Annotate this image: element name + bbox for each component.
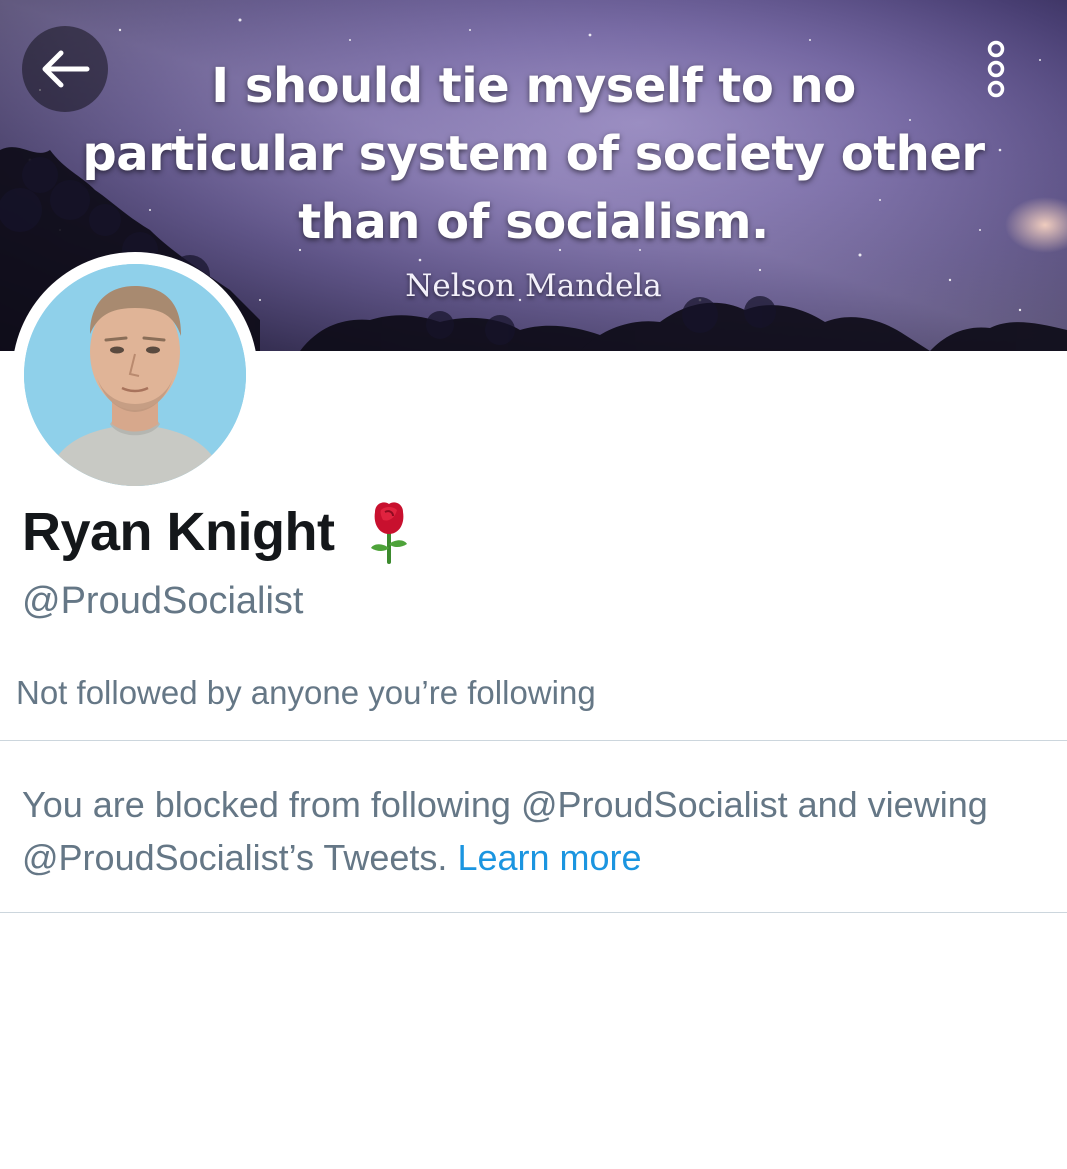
divider — [0, 912, 1067, 913]
banner-quote-line: than of socialism. — [298, 194, 769, 250]
profile-page: I should tie myself to no particular sys… — [0, 0, 1067, 1169]
divider — [0, 740, 1067, 741]
more-vertical-icon — [987, 40, 1005, 98]
more-options-button[interactable] — [956, 26, 1036, 112]
banner-quote-line: particular system of society other — [82, 126, 985, 182]
followers-you-know-note: Not followed by anyone you’re following — [16, 674, 596, 711]
blocked-notice: You are blocked from following @ProudSoc… — [22, 778, 1042, 884]
arrow-left-icon — [42, 50, 90, 88]
profile-handle: @ProudSocialist — [22, 580, 304, 622]
avatar-portrait-image — [24, 264, 246, 486]
profile-display-name: Ryan Knight — [22, 498, 415, 566]
rose-icon — [370, 502, 407, 564]
back-button[interactable] — [22, 26, 108, 112]
banner-quote: I should tie myself to no particular sys… — [0, 52, 1067, 256]
avatar[interactable] — [12, 252, 258, 498]
avatar-photo — [24, 264, 246, 486]
display-name-text: Ryan Knight — [22, 502, 335, 562]
learn-more-link[interactable]: Learn more — [457, 837, 641, 878]
banner-quote-line: I should tie myself to no — [211, 58, 856, 114]
